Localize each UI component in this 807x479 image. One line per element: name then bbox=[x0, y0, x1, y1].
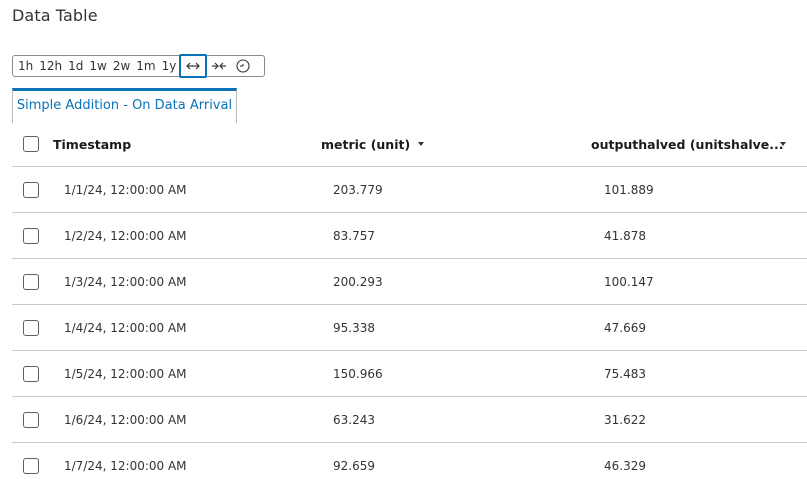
output-cell: 75.483 bbox=[604, 366, 646, 381]
table-row: 1/6/24, 12:00:00 AM 63.243 31.622 bbox=[12, 397, 807, 443]
table-row: 1/1/24, 12:00:00 AM 203.779 101.889 bbox=[12, 167, 807, 213]
time-range-toolbar: 1h 12h 1d 1w 2w 1m 1y bbox=[12, 54, 265, 78]
range-button-2w[interactable]: 2w bbox=[110, 56, 133, 76]
data-table: Timestamp metric (unit) outputhalved (un… bbox=[12, 122, 807, 479]
range-button-1m[interactable]: 1m bbox=[133, 56, 158, 76]
row-checkbox[interactable] bbox=[23, 319, 39, 336]
timestamp-cell: 1/3/24, 12:00:00 AM bbox=[64, 274, 187, 289]
column-header-metric[interactable]: metric (unit) bbox=[321, 122, 410, 166]
table-row: 1/2/24, 12:00:00 AM 83.757 41.878 bbox=[12, 213, 807, 259]
row-checkbox[interactable] bbox=[23, 457, 39, 474]
range-button-1y[interactable]: 1y bbox=[159, 56, 180, 76]
row-checkbox[interactable] bbox=[23, 227, 39, 244]
table-row: 1/4/24, 12:00:00 AM 95.338 47.669 bbox=[12, 305, 807, 351]
metric-cell: 63.243 bbox=[333, 412, 375, 427]
output-column-menu-icon[interactable] bbox=[780, 142, 786, 146]
timestamp-cell: 1/1/24, 12:00:00 AM bbox=[64, 182, 187, 197]
timestamp-cell: 1/2/24, 12:00:00 AM bbox=[64, 228, 187, 243]
collapse-horizontal-icon[interactable] bbox=[207, 56, 231, 76]
output-cell: 31.622 bbox=[604, 412, 646, 427]
range-button-1h[interactable]: 1h bbox=[13, 56, 36, 76]
table-header-row: Timestamp metric (unit) outputhalved (un… bbox=[12, 122, 807, 167]
range-button-12h[interactable]: 12h bbox=[36, 56, 65, 76]
metric-cell: 200.293 bbox=[333, 274, 383, 289]
tab-simple-addition[interactable]: Simple Addition - On Data Arrival bbox=[12, 88, 237, 123]
metric-column-menu-icon[interactable] bbox=[418, 142, 424, 146]
output-cell: 41.878 bbox=[604, 228, 646, 243]
row-checkbox[interactable] bbox=[23, 273, 39, 290]
range-button-1d[interactable]: 1d bbox=[65, 56, 86, 76]
row-checkbox[interactable] bbox=[23, 365, 39, 382]
timestamp-cell: 1/7/24, 12:00:00 AM bbox=[64, 458, 187, 473]
output-cell: 100.147 bbox=[604, 274, 654, 289]
metric-cell: 92.659 bbox=[333, 458, 375, 473]
table-row: 1/7/24, 12:00:00 AM 92.659 46.329 bbox=[12, 443, 807, 479]
range-button-1w[interactable]: 1w bbox=[86, 56, 109, 76]
row-checkbox[interactable] bbox=[23, 181, 39, 198]
page-title: Data Table bbox=[12, 6, 98, 25]
timestamp-cell: 1/4/24, 12:00:00 AM bbox=[64, 320, 187, 335]
metric-cell: 203.779 bbox=[333, 182, 383, 197]
data-table-page: Data Table 1h 12h 1d 1w 2w 1m 1y Simple … bbox=[0, 0, 807, 479]
expand-horizontal-icon[interactable] bbox=[179, 54, 208, 78]
metric-cell: 95.338 bbox=[333, 320, 375, 335]
column-header-timestamp[interactable]: Timestamp bbox=[53, 122, 131, 166]
timestamp-cell: 1/5/24, 12:00:00 AM bbox=[64, 366, 187, 381]
output-cell: 47.669 bbox=[604, 320, 646, 335]
column-header-output[interactable]: outputhalved (unitshalve... bbox=[591, 122, 784, 166]
table-row: 1/3/24, 12:00:00 AM 200.293 100.147 bbox=[12, 259, 807, 305]
clock-icon[interactable] bbox=[231, 56, 255, 76]
metric-cell: 83.757 bbox=[333, 228, 375, 243]
select-all-checkbox[interactable] bbox=[23, 136, 39, 152]
timestamp-cell: 1/6/24, 12:00:00 AM bbox=[64, 412, 187, 427]
output-cell: 101.889 bbox=[604, 182, 654, 197]
output-cell: 46.329 bbox=[604, 458, 646, 473]
metric-cell: 150.966 bbox=[333, 366, 383, 381]
row-checkbox[interactable] bbox=[23, 411, 39, 428]
table-row: 1/5/24, 12:00:00 AM 150.966 75.483 bbox=[12, 351, 807, 397]
